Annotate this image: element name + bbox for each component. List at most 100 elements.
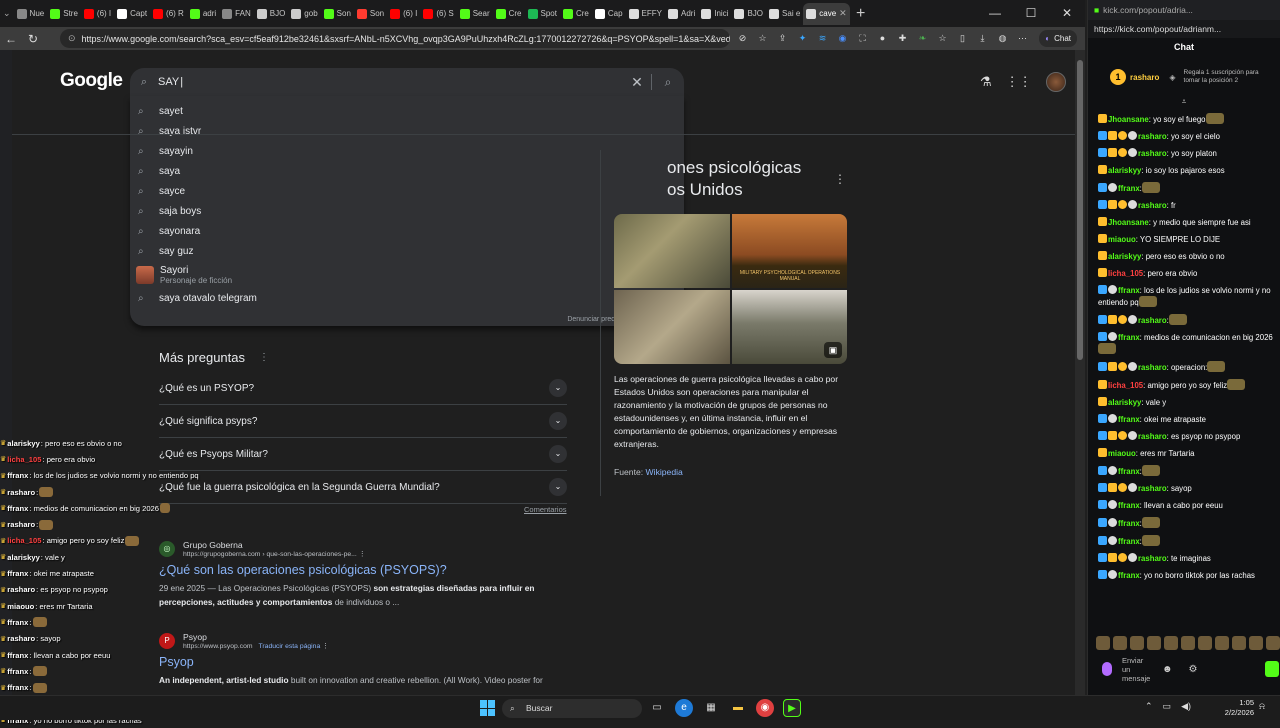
emote-quick-pick[interactable]: [1164, 636, 1178, 650]
browser-tab[interactable]: Son: [321, 3, 354, 25]
chat-username[interactable]: ffranx: [1118, 415, 1140, 424]
clear-icon[interactable]: ✕: [623, 74, 651, 91]
emote-quick-pick[interactable]: [1198, 636, 1212, 650]
chat-username[interactable]: ffranx: [1118, 501, 1140, 510]
chat-message[interactable]: ffranx:: [1098, 532, 1276, 550]
emote-quick-pick[interactable]: [1249, 636, 1263, 650]
browser-tab[interactable]: gob: [288, 3, 320, 25]
task-view-icon[interactable]: ▭: [648, 699, 666, 717]
extension-shield-icon[interactable]: ◉: [835, 31, 850, 46]
labs-flask-icon[interactable]: ⚗: [980, 74, 992, 90]
network-icon[interactable]: ▭: [1163, 701, 1172, 712]
bookmark-icon[interactable]: ☆: [935, 31, 950, 46]
menu-icon[interactable]: ⋯: [1015, 31, 1030, 46]
close-tab-icon[interactable]: ✕: [839, 8, 847, 19]
browser-tab[interactable]: Sear: [457, 3, 493, 25]
browser-tab[interactable]: (6) I: [387, 3, 420, 25]
extension-puzzle-icon[interactable]: ✚: [895, 31, 910, 46]
tab-list-button[interactable]: ⌄: [0, 3, 14, 25]
question-item[interactable]: ¿Qué es un PSYOP? ⌄: [159, 372, 567, 405]
result-title[interactable]: ¿Qué son las operaciones psicológicas (P…: [159, 563, 579, 577]
browser-tab[interactable]: Cre: [560, 3, 592, 25]
chat-username[interactable]: rasharo: [1138, 484, 1167, 493]
chat-username[interactable]: alariskyy: [1108, 252, 1141, 261]
chevron-down-icon[interactable]: ⌄: [549, 379, 567, 397]
result-title[interactable]: Psyop: [159, 655, 579, 669]
chat-message[interactable]: Jhoansane: y medio que siempre fue asi: [1098, 214, 1276, 231]
kick-url[interactable]: https://kick.com/popout/adrianm...: [1094, 24, 1221, 34]
chat-username[interactable]: ffranx: [1118, 286, 1140, 295]
chat-message[interactable]: ffranx:: [1098, 514, 1276, 532]
taskbar-search[interactable]: ⌕ Buscar: [502, 699, 642, 718]
browser-tab[interactable]: FAN: [219, 3, 254, 25]
chat-message[interactable]: rasharo:: [1098, 311, 1276, 329]
browser-tab[interactable]: BJO: [731, 3, 766, 25]
chat-message[interactable]: ffranx: medios de comunicacion en big 20…: [1098, 329, 1276, 358]
emote-quick-pick[interactable]: [1232, 636, 1246, 650]
kp-more-icon[interactable]: ⋮: [834, 172, 846, 186]
profile-icon[interactable]: ◍: [995, 31, 1010, 46]
chat-username[interactable]: licha_105: [1108, 381, 1143, 390]
scroll-thumb[interactable]: [1077, 60, 1083, 360]
clock[interactable]: 1:05 2/2/2026: [1216, 698, 1254, 718]
account-avatar[interactable]: [1045, 72, 1066, 92]
chat-message[interactable]: licha_105: pero era obvio: [1098, 265, 1276, 282]
obs-icon[interactable]: ▶: [783, 699, 801, 717]
chat-username[interactable]: rasharo: [1138, 554, 1167, 563]
volume-icon[interactable]: ◀): [1181, 701, 1191, 712]
chat-message[interactable]: ffranx: los de los judios se volvio norm…: [1098, 282, 1276, 311]
chat-username[interactable]: Jhoansane: [1108, 218, 1149, 227]
chat-username[interactable]: rasharo: [1138, 201, 1167, 210]
address-bar[interactable]: ⊙ https://www.google.com/search?sca_esv=…: [60, 29, 730, 48]
chat-username[interactable]: miaouo: [1108, 235, 1136, 244]
chat-username[interactable]: ffranx: [1118, 333, 1140, 342]
explorer-icon[interactable]: ▬: [729, 699, 747, 717]
kp-image-troops[interactable]: [614, 290, 730, 364]
browser-tab[interactable]: Stre: [47, 3, 81, 25]
split-view-icon[interactable]: ▯: [955, 31, 970, 46]
chevron-down-icon[interactable]: ⌄: [549, 478, 567, 496]
emote-quick-pick[interactable]: [1266, 636, 1280, 650]
edge-icon[interactable]: e: [675, 699, 693, 717]
result-more-icon[interactable]: ⋮: [322, 643, 329, 650]
extension-leaf-icon[interactable]: ❧: [915, 31, 930, 46]
page-scrollbar[interactable]: [1075, 50, 1085, 695]
chat-message[interactable]: alariskyy: vale y: [1098, 394, 1276, 411]
chat-username[interactable]: rasharo: [1138, 363, 1167, 372]
share-icon[interactable]: ⇪: [775, 31, 790, 46]
tray-chevron-icon[interactable]: ⌃: [1145, 701, 1153, 712]
star-icon[interactable]: ☆: [755, 31, 770, 46]
close-window-button[interactable]: ✕: [1049, 0, 1085, 27]
more-questions-menu-icon[interactable]: ⋮: [259, 352, 269, 363]
chat-username[interactable]: ffranx: [1118, 537, 1140, 546]
back-button[interactable]: ←: [0, 32, 22, 46]
result-url[interactable]: https://grupogoberna.com › que-son-las-o…: [183, 551, 357, 558]
kp-image-soldier[interactable]: [614, 214, 730, 288]
extension-dot-icon[interactable]: ●: [875, 31, 890, 46]
emote-quick-pick[interactable]: [1181, 636, 1195, 650]
browser-tab[interactable]: cave ✕: [803, 2, 850, 25]
chat-message[interactable]: rasharo: es psyop no psypop: [1098, 428, 1276, 445]
chat-message[interactable]: ffranx: yo no borro tiktok por las racha…: [1098, 567, 1276, 584]
chat-message[interactable]: rasharo: fr: [1098, 197, 1276, 214]
start-button[interactable]: [480, 700, 496, 716]
emote-quick-pick[interactable]: [1147, 636, 1161, 650]
chat-message[interactable]: Jhoansane: yo soy el fuego: [1098, 110, 1276, 128]
chat-username[interactable]: rasharo: [1138, 432, 1167, 441]
browser-tab[interactable]: Inici: [698, 3, 731, 25]
question-item[interactable]: ¿Qué significa psyps? ⌄: [159, 405, 567, 438]
chat-message[interactable]: licha_105: amigo pero yo soy feliz: [1098, 376, 1276, 394]
chat-message[interactable]: rasharo: operacion:: [1098, 358, 1276, 376]
chat-message[interactable]: ffranx:: [1098, 462, 1276, 480]
browser-tab[interactable]: Son: [354, 3, 387, 25]
chat-username[interactable]: alariskyy: [1108, 166, 1141, 175]
kp-image-patrol[interactable]: ▣: [732, 290, 847, 364]
chat-username[interactable]: licha_105: [1108, 269, 1143, 278]
browser-tab[interactable]: Adri: [665, 3, 698, 25]
send-button[interactable]: [1265, 661, 1279, 677]
search-submit-icon[interactable]: ⌕: [652, 75, 684, 90]
extension-wave-icon[interactable]: ≋: [815, 31, 830, 46]
pinned-toggle-icon[interactable]: ⩡: [1088, 98, 1280, 106]
chat-input[interactable]: Enviar un mensaje: [1122, 656, 1152, 683]
mic-icon[interactable]: [1102, 662, 1112, 676]
